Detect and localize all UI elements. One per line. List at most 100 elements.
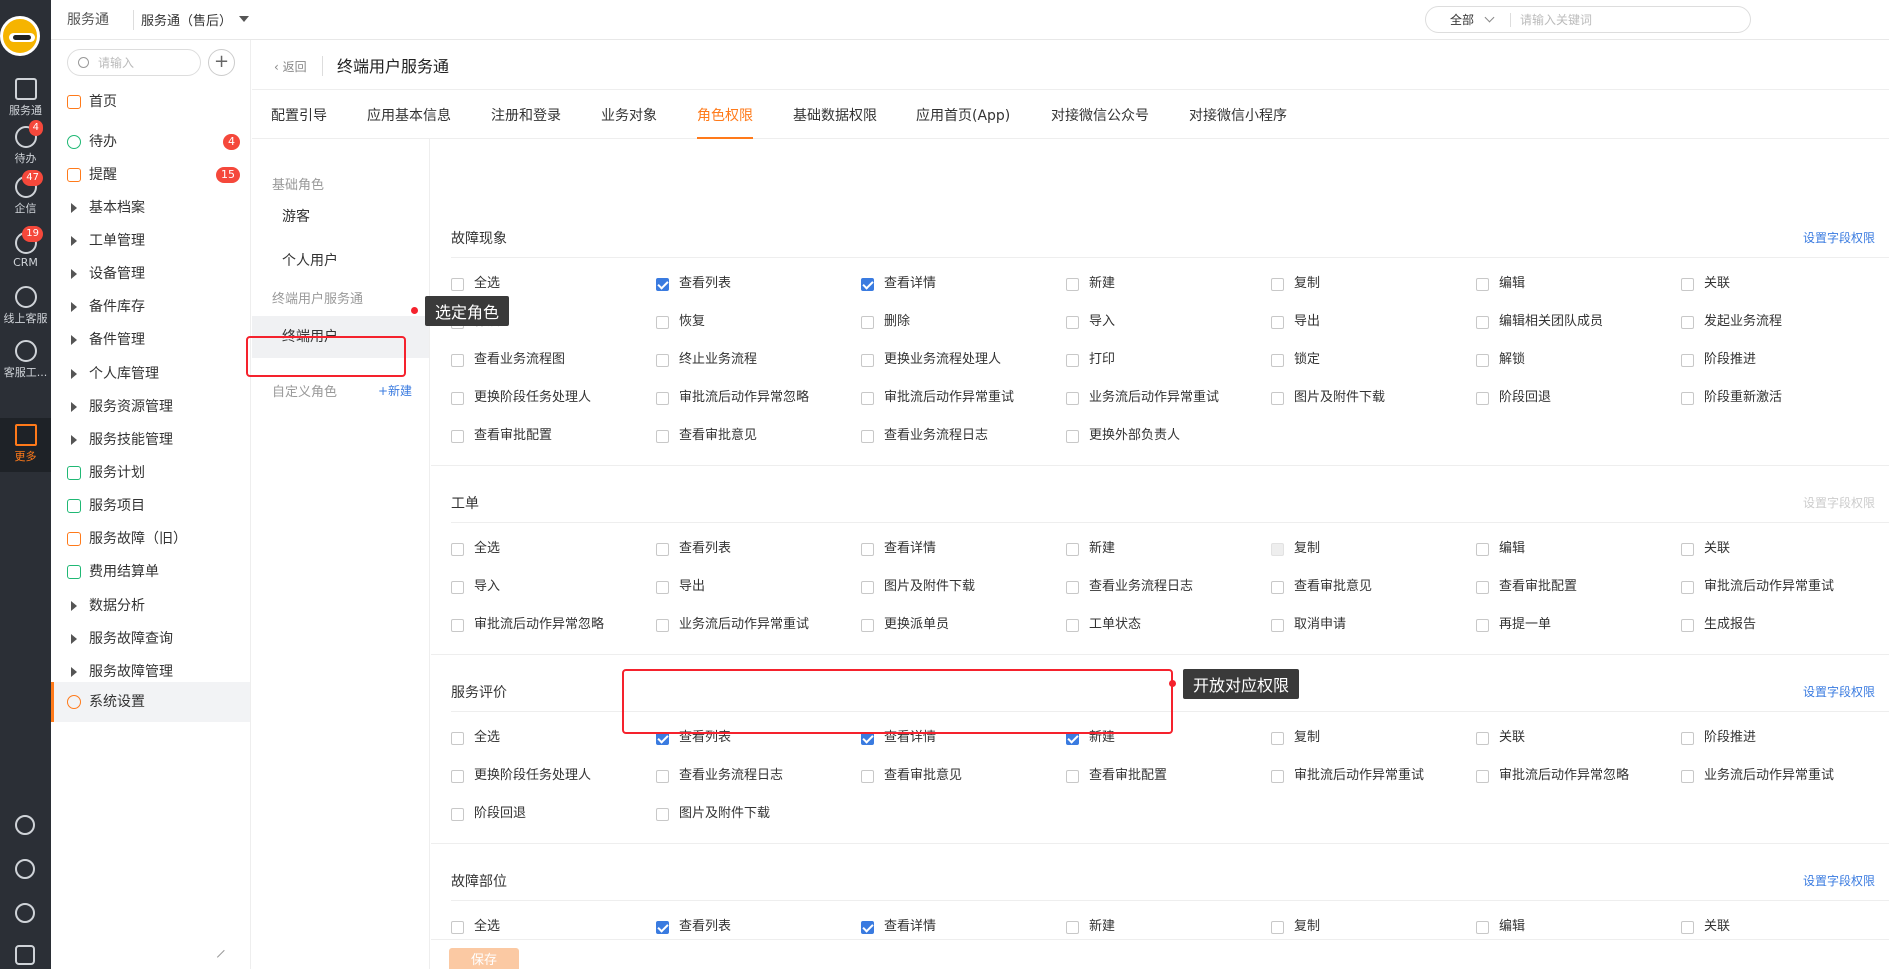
tab-basic-data-permissions[interactable]: 基础数据权限 — [793, 105, 877, 139]
checkbox-icon — [1271, 354, 1284, 367]
permission-label: 查看列表 — [679, 541, 732, 556]
permission-label: 编辑 — [1499, 541, 1526, 556]
tab-app-home[interactable]: 应用首页(App) — [916, 105, 1010, 139]
field-permission-link-work-order[interactable]: 设置字段权限 — [1803, 494, 1875, 511]
checkbox-icon — [1066, 921, 1079, 934]
checkbox-icon — [861, 316, 874, 329]
checkbox-icon — [1066, 619, 1079, 632]
role-item-guest[interactable]: 游客 — [252, 196, 429, 238]
permission-label: 关联 — [1704, 541, 1731, 556]
check-circle-icon — [67, 135, 81, 149]
tab-register-login[interactable]: 注册和登录 — [491, 105, 561, 139]
permission-label: 删除 — [884, 314, 911, 329]
sidebar-search[interactable]: 请输入 — [67, 49, 201, 76]
checkbox-icon — [1066, 392, 1079, 405]
checkbox-icon — [1681, 921, 1694, 934]
permission-label: 关联 — [1704, 919, 1731, 934]
sidebar-item-home[interactable]: 首页 — [51, 82, 250, 122]
checkbox-icon — [1066, 278, 1079, 291]
save-button[interactable]: 保存 — [449, 948, 519, 969]
tab-business-objects[interactable]: 业务对象 — [601, 105, 657, 139]
permission-label: 更换业务流程处理人 — [884, 352, 1002, 367]
global-search-input[interactable]: 请输入关键词 — [1520, 11, 1592, 28]
global-search[interactable]: 全部 请输入关键词 — [1425, 6, 1751, 33]
permission-label: 查看业务流程日志 — [1089, 579, 1194, 594]
page-header: ‹ 返回 终端用户服务通 — [252, 40, 1889, 90]
role-item-personal-user[interactable]: 个人用户 — [252, 240, 429, 282]
permission-label: 查看列表 — [679, 276, 732, 291]
permission-label: 打印 — [1089, 352, 1116, 367]
section-divider — [431, 843, 1889, 844]
caret-right-icon — [71, 269, 77, 279]
checkbox-icon — [1066, 543, 1079, 556]
checkbox-icon — [451, 392, 464, 405]
history-icon[interactable] — [15, 903, 35, 923]
checkbox-checked-icon — [861, 921, 874, 934]
checkbox-icon — [656, 354, 669, 367]
caret-right-icon — [71, 402, 77, 412]
checkbox-icon — [1681, 316, 1694, 329]
annotation-dot — [411, 307, 418, 314]
app-name: 服务通 — [67, 12, 109, 28]
checkbox-icon — [1271, 619, 1284, 632]
field-permission-link-service-evaluation[interactable]: 设置字段权限 — [1803, 683, 1875, 700]
rail-item-customer-service[interactable]: 客服工... — [0, 334, 51, 384]
settings-icon[interactable] — [15, 859, 35, 879]
tab-app-basic-info[interactable]: 应用基本信息 — [367, 105, 451, 139]
caret-right-icon — [71, 435, 77, 445]
section-title-service-evaluation: 服务评价 — [451, 685, 507, 701]
checkbox-icon — [1476, 921, 1489, 934]
sidebar-search-input[interactable]: 请输入 — [98, 54, 134, 71]
caret-down-icon[interactable] — [239, 16, 249, 22]
checkbox-icon — [451, 770, 464, 783]
tab-role-permissions[interactable]: 角色权限 — [697, 105, 753, 139]
add-menu-button[interactable]: + — [208, 49, 235, 76]
main-content: ‹ 返回 终端用户服务通 配置引导 应用基本信息 注册和登录 业务对象 角色权限… — [252, 40, 1889, 969]
permission-label: 编辑 — [1499, 276, 1526, 291]
checkbox-icon — [1476, 392, 1489, 405]
permission-label: 生成报告 — [1704, 617, 1757, 632]
permission-label: 全选 — [474, 541, 501, 556]
tab-config-guide[interactable]: 配置引导 — [271, 105, 327, 139]
checkbox-icon — [1271, 316, 1284, 329]
section-underline — [451, 522, 1889, 523]
checkbox-icon — [451, 543, 464, 556]
new-role-button[interactable]: +新建 — [378, 382, 412, 399]
checkbox-icon — [451, 278, 464, 291]
headset-icon — [14, 340, 37, 362]
field-permission-link-fault-symptom[interactable]: 设置字段权限 — [1803, 229, 1875, 246]
tab-wechat-official[interactable]: 对接微信公众号 — [1051, 105, 1149, 139]
caret-right-icon — [71, 236, 77, 246]
bulb-icon — [67, 532, 81, 546]
rail-item-crm[interactable]: CRM 19 — [0, 226, 51, 276]
rail-item-more[interactable]: 更多 — [0, 418, 51, 472]
section-divider — [431, 654, 1889, 655]
back-link[interactable]: ‹ 返回 — [274, 58, 307, 75]
chevron-down-icon[interactable] — [1484, 12, 1495, 23]
help-icon[interactable] — [15, 815, 35, 835]
rail-item-chat[interactable]: 企信 47 — [0, 170, 51, 220]
user-settings-icon[interactable] — [15, 945, 35, 965]
caret-right-icon — [71, 335, 77, 345]
rail-item-service[interactable]: 服务通 — [0, 72, 51, 122]
permission-label: 查看业务流程日志 — [884, 428, 989, 443]
checkbox-icon — [1681, 770, 1694, 783]
permission-label: 更换阶段任务处理人 — [474, 390, 592, 405]
rail-item-todo[interactable]: 待办 4 — [0, 120, 51, 170]
permission-label: 业务流后动作异常重试 — [1704, 768, 1835, 783]
checkbox-icon — [1476, 732, 1489, 745]
rail-item-online-service[interactable]: 线上客服 — [0, 280, 51, 330]
permission-label: 新建 — [1089, 276, 1116, 291]
app-select[interactable]: 服务通（售后） — [141, 10, 232, 29]
resize-handle-icon[interactable] — [216, 949, 232, 965]
permission-label: 复制 — [1294, 730, 1321, 745]
search-scope-select[interactable]: 全部 — [1450, 11, 1474, 28]
document-icon — [67, 466, 81, 480]
sidebar-item-system-settings[interactable]: 系统设置 — [51, 682, 250, 722]
app-rail: 服务通 待办 4 企信 47 CRM 19 线上客服 客服工... 更多 — [0, 0, 51, 969]
caret-right-icon — [71, 634, 77, 644]
permission-label: 阶段重新激活 — [1704, 390, 1783, 405]
tab-wechat-miniprogram[interactable]: 对接微信小程序 — [1189, 105, 1287, 139]
field-permission-link-fault-part[interactable]: 设置字段权限 — [1803, 872, 1875, 889]
permission-label: 关联 — [1499, 730, 1526, 745]
